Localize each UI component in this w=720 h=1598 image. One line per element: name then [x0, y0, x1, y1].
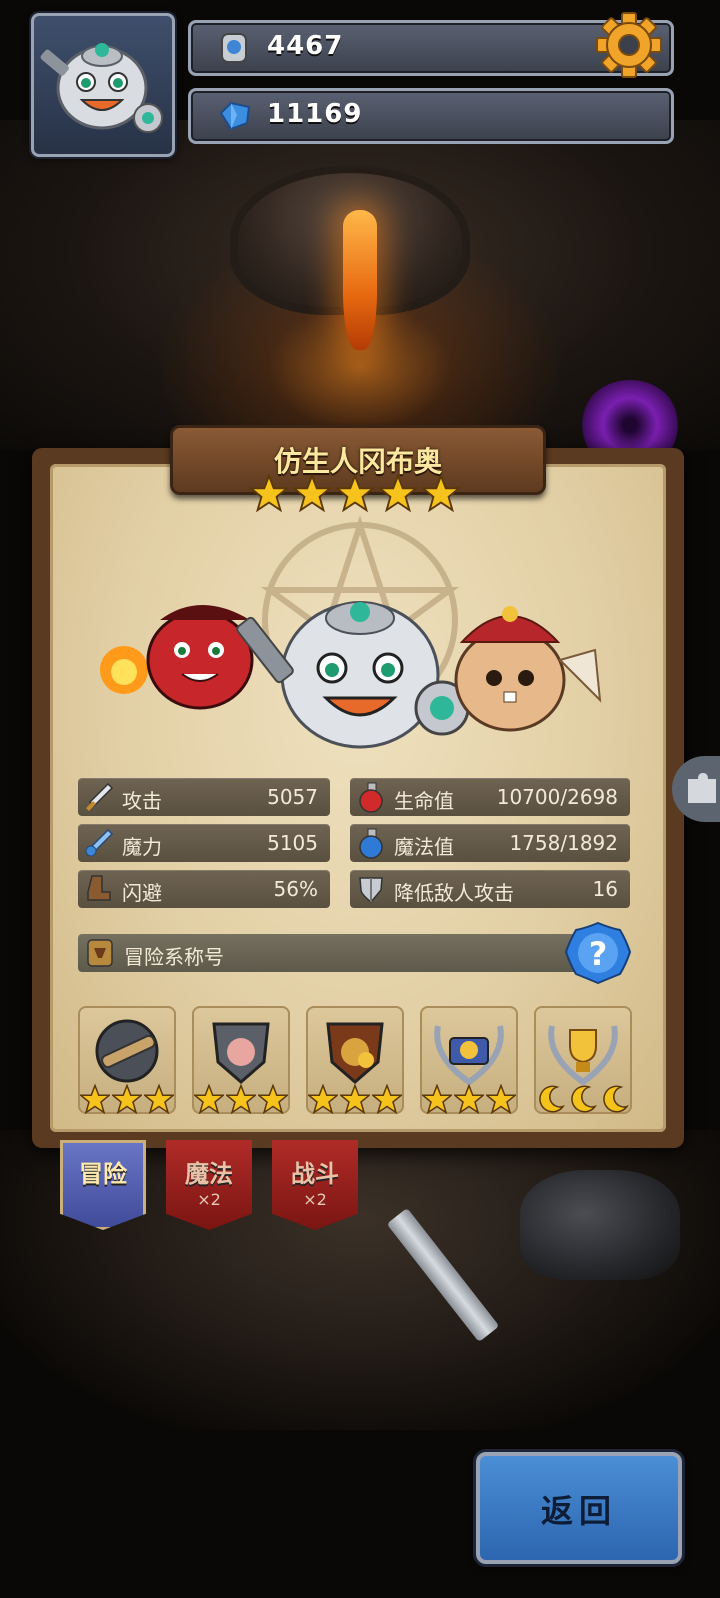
star-icon	[422, 1084, 452, 1114]
magic-sword-icon	[85, 828, 114, 857]
title-section-label: 冒险系称号	[124, 945, 224, 969]
money-bag-medal-icon	[326, 1022, 384, 1084]
svg-text:?: ?	[589, 935, 608, 973]
stat-value: 5105	[267, 831, 318, 855]
tab-multiplier: ×2	[197, 1190, 221, 1209]
tab-label: 战斗	[291, 1160, 339, 1188]
stat-label: 攻击	[122, 789, 162, 813]
stat-reduce-attack: 降低敌人攻击 16	[350, 870, 630, 908]
sword-icon	[86, 782, 114, 811]
stat-label: 降低敌人攻击	[394, 881, 514, 905]
floor-helmet	[520, 1170, 680, 1280]
boot-icon	[87, 875, 111, 901]
stat-value: 5057	[267, 785, 318, 809]
stat-hp: 生命值 10700/2698	[350, 778, 630, 816]
red-potion-icon	[359, 782, 383, 813]
tab-adventure[interactable]: 冒险	[60, 1140, 146, 1230]
puzzle-icon	[688, 773, 716, 803]
star-icon	[454, 1084, 484, 1114]
stat-mp: 魔法值 1758/1892	[350, 824, 630, 862]
stat-value: 56%	[273, 877, 318, 901]
star-icon	[80, 1084, 110, 1114]
pig-shield-medal-icon	[212, 1022, 270, 1084]
star-icon	[486, 1084, 516, 1114]
star-icon	[308, 1084, 338, 1114]
help-question-icon[interactable]: ?	[562, 920, 634, 986]
gem-counter: 11169	[188, 88, 674, 144]
gold-value: 4467	[267, 31, 344, 61]
star-icon	[340, 1084, 370, 1114]
coin-badge-icon	[221, 33, 247, 63]
medal-star-rating	[308, 1084, 402, 1114]
shield-icon	[359, 877, 383, 904]
gem-value: 11169	[267, 99, 363, 129]
medal-slot[interactable]	[192, 1006, 290, 1114]
moon-icon	[539, 1085, 565, 1113]
adventure-title-bar: 冒险系称号	[78, 934, 618, 972]
star-icon	[372, 1084, 402, 1114]
molten-lava	[343, 210, 377, 350]
trophy-laurel-medal-icon	[548, 1025, 618, 1086]
stat-label: 魔力	[122, 835, 162, 859]
stat-magic: 魔力 5105	[78, 824, 330, 862]
blue-gem-icon	[219, 101, 251, 131]
robot-avatar-icon	[40, 43, 163, 133]
star-icon	[144, 1084, 174, 1114]
medal-slot[interactable]	[534, 1006, 632, 1114]
blue-potion-icon	[359, 828, 383, 859]
stat-value: 10700/2698	[496, 785, 618, 809]
moon-icon	[603, 1085, 629, 1113]
stat-dodge: 闪避 56%	[78, 870, 330, 908]
medal-slot[interactable]	[420, 1006, 518, 1114]
medal-slot[interactable]	[78, 1006, 176, 1114]
spyglass-medal-icon	[95, 1019, 159, 1083]
treasure-laurel-medal-icon	[434, 1025, 504, 1086]
hero-group-illustration	[100, 601, 602, 749]
stat-value: 1758/1892	[509, 831, 618, 855]
player-avatar[interactable]	[31, 13, 175, 157]
star-icon	[194, 1084, 224, 1114]
medal-star-rating	[536, 1084, 630, 1114]
medal-slot[interactable]	[306, 1006, 404, 1114]
stat-value: 16	[592, 877, 618, 901]
settings-gear-icon[interactable]	[594, 10, 664, 80]
tab-label: 魔法	[185, 1160, 233, 1188]
tab-magic[interactable]: 魔法 ×2	[166, 1140, 252, 1230]
stat-attack: 攻击 5057	[78, 778, 330, 816]
medal-star-rating	[422, 1084, 516, 1114]
tab-multiplier: ×2	[303, 1190, 327, 1209]
tab-label: 冒险	[79, 1160, 127, 1188]
medal-star-rating	[194, 1084, 288, 1114]
medal-star-rating	[80, 1084, 174, 1114]
back-button[interactable]: 返回	[476, 1452, 682, 1564]
badge-icon	[87, 939, 113, 967]
moon-icon	[571, 1085, 597, 1113]
back-button-label: 返回	[540, 1492, 617, 1530]
star-icon	[226, 1084, 256, 1114]
star-icon	[112, 1084, 142, 1114]
tab-combat[interactable]: 战斗 ×2	[272, 1140, 358, 1230]
stat-label: 生命值	[394, 789, 454, 813]
stat-label: 闪避	[122, 881, 162, 905]
stat-label: 魔法值	[394, 835, 454, 859]
star-icon	[258, 1084, 288, 1114]
